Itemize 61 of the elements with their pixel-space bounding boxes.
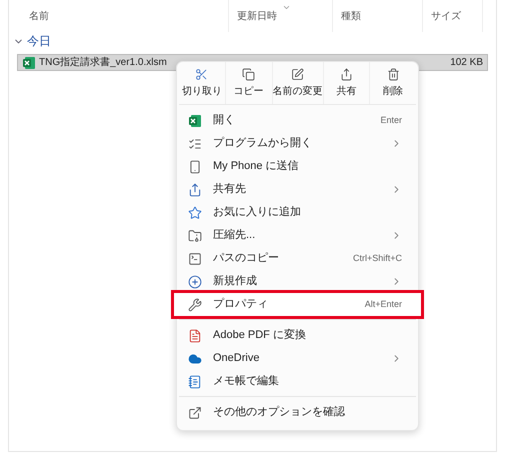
phone-icon — [188, 160, 202, 174]
excel-file-icon — [22, 56, 36, 70]
menu-item-label: My Phone に送信 — [213, 159, 299, 174]
menu-item-label: メモ帳で編集 — [213, 374, 279, 390]
menu-item-label: プロパティ — [213, 296, 268, 312]
action-button[interactable]: 削除 — [370, 62, 416, 104]
plus-icon — [188, 274, 202, 288]
group-label: 今日 — [27, 33, 51, 50]
rename-icon — [291, 68, 304, 80]
shortcut-text: Enter — [380, 114, 402, 127]
notepad-icon — [188, 374, 202, 388]
shortcut-text: Alt+Enter — [364, 298, 402, 311]
menu-item-label: パスのコピー — [213, 251, 279, 266]
column-header[interactable]: 種類 — [341, 8, 361, 24]
column-header[interactable]: 更新日時 — [237, 8, 277, 24]
action-button[interactable]: 名前の変更 — [272, 62, 324, 104]
path-icon — [188, 252, 202, 266]
sort-icon — [282, 3, 291, 12]
menu-item-label: プログラムから開く — [213, 136, 312, 152]
copy-icon — [242, 68, 256, 80]
scissors-icon — [195, 68, 208, 80]
menu-item[interactable]: プロパティ Alt+Enter — [174, 293, 421, 316]
action-button[interactable]: 共有 — [324, 62, 370, 104]
menu-item[interactable]: プログラムから開く — [179, 132, 416, 155]
menu-item-label: OneDrive — [213, 351, 260, 366]
menu-item-label: 開く — [213, 113, 235, 128]
menu-item[interactable]: My Phone に送信 — [179, 155, 416, 178]
folder-icon — [188, 228, 202, 242]
menu-item[interactable]: 共有先 — [179, 178, 416, 201]
menu-item[interactable]: パスのコピー Ctrl+Shift+C — [179, 247, 416, 270]
trash-icon — [386, 68, 400, 80]
menu-item[interactable]: お気に入りに追加 — [179, 201, 416, 224]
list-icon — [188, 136, 202, 150]
share-icon — [340, 68, 353, 80]
cloud-icon — [188, 352, 202, 366]
menu-item-label: その他のオプションを確認 — [213, 404, 345, 420]
menu-item-label: お気に入りに追加 — [213, 205, 301, 220]
menu-item[interactable]: 新規作成 — [179, 270, 416, 293]
menu-item[interactable]: 開く Enter — [179, 109, 416, 132]
excel-icon — [188, 114, 202, 128]
menu-item-label: 新規作成 — [213, 274, 257, 290]
menu-item[interactable]: Adobe PDF に変換 — [179, 324, 416, 347]
menu-item[interactable]: 圧縮先... — [179, 224, 416, 247]
star-icon — [188, 206, 202, 220]
file-size: 102 KB — [450, 56, 483, 70]
column-header[interactable]: サイズ — [431, 8, 461, 24]
pdf-icon — [188, 328, 202, 342]
shortcut-text: Ctrl+Shift+C — [352, 252, 402, 265]
column-header[interactable]: 名前 — [29, 8, 49, 24]
wrench-icon — [188, 298, 202, 312]
action-button[interactable]: コピー — [226, 62, 272, 104]
menu-item-label: Adobe PDF に変換 — [213, 328, 306, 344]
menu-item-label: 圧縮先... — [213, 228, 256, 244]
share-icon — [188, 182, 202, 196]
action-button[interactable]: 切り取り — [179, 62, 226, 104]
file-name: TNG指定請求書_ver1.0.xlsm — [39, 56, 167, 70]
options-icon — [188, 406, 202, 420]
menu-item[interactable]: メモ帳で編集 — [179, 370, 416, 393]
menu-item[interactable]: その他のオプションを確認 — [179, 401, 416, 424]
menu-item[interactable]: OneDrive — [179, 347, 416, 370]
menu-item-label: 共有先 — [213, 182, 246, 198]
